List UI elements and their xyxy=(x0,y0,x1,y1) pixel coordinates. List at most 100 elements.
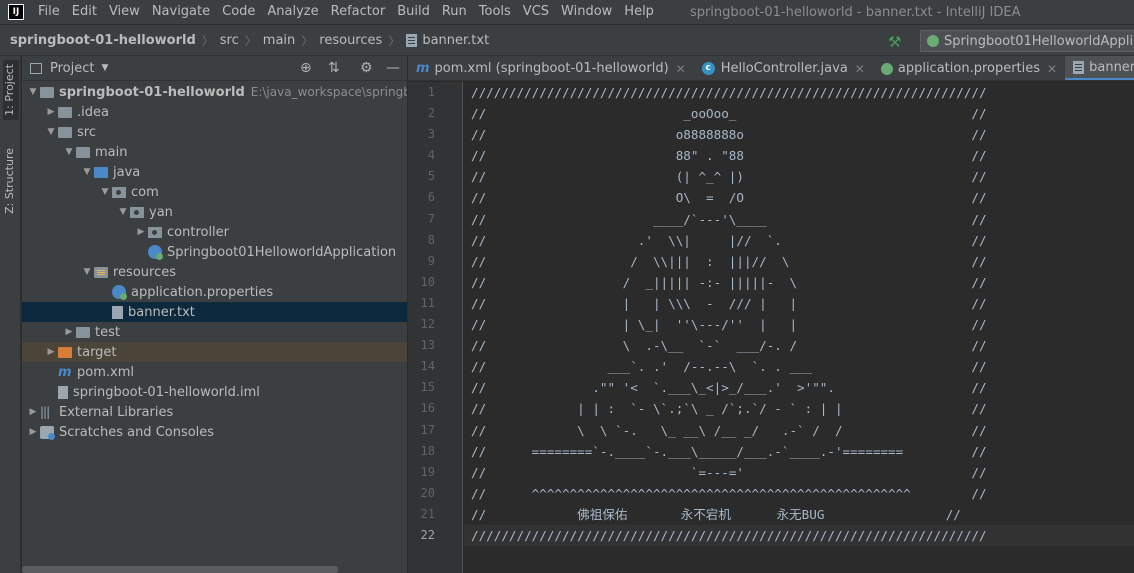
triangle-down-icon[interactable]: ▼ xyxy=(44,127,58,137)
menu-view[interactable]: View xyxy=(103,0,146,24)
code-line[interactable]: // | | : `- \`.;`\ _ /`;.`/ - ` : | | // xyxy=(464,398,1134,419)
code-line[interactable]: // .' \\| |// `. // xyxy=(464,230,1134,251)
triangle-down-icon[interactable]: ▼ xyxy=(116,207,130,217)
code-line[interactable]: // \ \ `-. \_ __\ /__ _/ .-` / / // xyxy=(464,420,1134,441)
code-line[interactable]: // 佛祖保佑 永不宕机 永无BUG // xyxy=(464,504,1134,525)
collapse-all-icon[interactable]: ⇅ xyxy=(328,60,340,76)
tree-item-scratches-and-consoles[interactable]: ▶ Scratches and Consoles xyxy=(22,422,407,442)
code-line[interactable]: ////////////////////////////////////////… xyxy=(464,524,1134,547)
tab-hellocontroller-java[interactable]: c HelloController.java ✕ xyxy=(694,56,873,80)
code-line[interactable]: // 88" . "88 // xyxy=(464,145,1134,166)
close-icon[interactable]: ✕ xyxy=(855,62,865,76)
code-editor[interactable]: ////////////////////////////////////////… xyxy=(464,82,1134,573)
menu-build[interactable]: Build xyxy=(391,0,436,24)
code-line[interactable]: // ."" '< `.___\_<|>_/___.' >'"". // xyxy=(464,377,1134,398)
tree-item-java[interactable]: ▼ java xyxy=(22,162,407,182)
locate-file-icon[interactable]: ⊕ xyxy=(300,60,312,76)
triangle-right-icon[interactable]: ▶ xyxy=(44,347,58,357)
tree-item-controller[interactable]: ▶ controller xyxy=(22,222,407,242)
spring-boot-icon xyxy=(927,35,939,47)
menu-refactor[interactable]: Refactor xyxy=(325,0,392,24)
run-configuration-select[interactable]: Springboot01HelloworldApplication xyxy=(920,30,1134,52)
tree-item-pom-xml[interactable]: ▶mpom.xml xyxy=(22,362,407,382)
code-line[interactable]: // \ .-\__ `-` ___/-. / // xyxy=(464,335,1134,356)
code-line[interactable]: // ^^^^^^^^^^^^^^^^^^^^^^^^^^^^^^^^^^^^^… xyxy=(464,483,1134,504)
tree-item-springboot-01-helloworld-iml[interactable]: ▶springboot-01-helloworld.iml xyxy=(22,382,407,402)
navigation-bar: springboot-01-helloworld 〉 src 〉 main 〉 … xyxy=(0,24,1134,56)
code-line[interactable]: // / \\||| : |||// \ // xyxy=(464,251,1134,272)
gear-icon[interactable]: ⚙ xyxy=(360,60,373,76)
hide-panel-icon[interactable]: — xyxy=(386,60,400,76)
code-line[interactable]: // ___`. .' /--.--\ `. . ___ // xyxy=(464,356,1134,377)
menu-analyze[interactable]: Analyze xyxy=(261,0,324,24)
triangle-right-icon[interactable]: ▶ xyxy=(26,427,40,437)
tree-item-target[interactable]: ▶ target xyxy=(22,342,407,362)
tab-pom-xml-springboot-01-helloworld[interactable]: m pom.xml (springboot-01-helloworld) ✕ xyxy=(408,56,694,80)
structure-tool-tab[interactable]: Z: Structure xyxy=(3,148,16,214)
breadcrumb-project[interactable]: springboot-01-helloworld xyxy=(10,33,196,48)
code-line[interactable]: // | | \\\ - /// | | // xyxy=(464,293,1134,314)
tree-item-springboot-01-helloworld[interactable]: ▼ springboot-01-helloworld E:\java_workspa… xyxy=(22,82,407,102)
code-line[interactable]: // O\ = /O // xyxy=(464,187,1134,208)
triangle-down-icon[interactable]: ▼ xyxy=(80,167,94,177)
menu-help[interactable]: Help xyxy=(618,0,660,24)
horizontal-scrollbar[interactable] xyxy=(22,566,338,573)
breadcrumb-main[interactable]: main xyxy=(263,33,295,48)
menu-run[interactable]: Run xyxy=(436,0,473,24)
breadcrumb-file[interactable]: banner.txt xyxy=(406,33,489,48)
tab-banner-txt[interactable]: banner.txt✕ xyxy=(1065,56,1134,80)
line-number-gutter: 1 2 3 4 5 6 7 8 9 10 11 12 13 14 15 16 17 18 19 20 21 22 xyxy=(408,82,463,573)
menu-file[interactable]: File xyxy=(32,0,66,24)
triangle-right-icon[interactable]: ▶ xyxy=(62,327,76,337)
tab-label: application.properties xyxy=(897,61,1041,76)
code-line[interactable]: // _ooOoo_ // xyxy=(464,103,1134,124)
triangle-down-icon[interactable]: ▼ xyxy=(62,147,76,157)
chevron-right-icon: 〉 xyxy=(244,33,257,48)
code-line[interactable]: ////////////////////////////////////////… xyxy=(464,82,1134,103)
tab-application-properties[interactable]: application.properties ✕ xyxy=(873,56,1065,80)
tree-item-idea[interactable]: ▶ .idea xyxy=(22,102,407,122)
project-panel-title[interactable]: Project xyxy=(50,61,94,76)
tree-item-yan[interactable]: ▼ yan xyxy=(22,202,407,222)
close-icon[interactable]: ✕ xyxy=(1047,62,1057,76)
project-tool-tab[interactable]: 1: Project xyxy=(3,60,19,120)
chevron-down-icon[interactable]: ▼ xyxy=(101,63,108,73)
triangle-right-icon[interactable]: ▶ xyxy=(44,107,58,117)
menu-vcs[interactable]: VCS xyxy=(517,0,555,24)
tree-item-com[interactable]: ▼ com xyxy=(22,182,407,202)
triangle-down-icon[interactable]: ▼ xyxy=(26,87,40,97)
triangle-right-icon[interactable]: ▶ xyxy=(26,407,40,417)
menu-edit[interactable]: Edit xyxy=(66,0,103,24)
tree-item-src[interactable]: ▼ src xyxy=(22,122,407,142)
tree-item-springboot01helloworldapplication[interactable]: ▶Springboot01HelloworldApplication xyxy=(22,242,407,262)
tree-item-application-properties[interactable]: ▶application.properties xyxy=(22,282,407,302)
menu-navigate[interactable]: Navigate xyxy=(146,0,216,24)
line-number: 2 xyxy=(427,106,435,121)
tree-item-main[interactable]: ▼ main xyxy=(22,142,407,162)
tree-item-test[interactable]: ▶ test xyxy=(22,322,407,342)
code-line[interactable]: // / _||||| -:- |||||- \ // xyxy=(464,272,1134,293)
close-icon[interactable]: ✕ xyxy=(676,62,686,76)
menu-tools[interactable]: Tools xyxy=(473,0,517,24)
maven-icon: m xyxy=(416,61,430,76)
tree-item-resources[interactable]: ▼ resources xyxy=(22,262,407,282)
triangle-right-icon[interactable]: ▶ xyxy=(134,227,148,237)
code-line[interactable]: // ========`-.____`-.___\_____/___.-`___… xyxy=(464,441,1134,462)
code-line[interactable]: // ____/`---'\____ // xyxy=(464,209,1134,230)
scratches-icon xyxy=(40,425,55,440)
code-line[interactable]: // | \_| ''\---/'' | | // xyxy=(464,314,1134,335)
tree-item-external-libraries[interactable]: ▶ ||| External Libraries xyxy=(22,402,407,422)
tree-item-label: banner.txt xyxy=(128,304,195,320)
triangle-down-icon[interactable]: ▼ xyxy=(80,267,94,277)
menu-window[interactable]: Window xyxy=(555,0,618,24)
breadcrumb-resources[interactable]: resources xyxy=(319,33,382,48)
code-line[interactable]: // o8888888o // xyxy=(464,124,1134,145)
triangle-down-icon[interactable]: ▼ xyxy=(98,187,112,197)
code-line[interactable]: // (| ^_^ |) // xyxy=(464,166,1134,187)
menu-code[interactable]: Code xyxy=(216,0,261,24)
code-line[interactable]: // `=---=' // xyxy=(464,462,1134,483)
tree-item-banner-txt[interactable]: ▶banner.txt xyxy=(22,302,407,322)
breadcrumb-src[interactable]: src xyxy=(220,33,239,48)
build-hammer-icon[interactable]: ⚒ xyxy=(888,33,901,51)
tree-item-label: Scratches and Consoles xyxy=(59,424,215,440)
